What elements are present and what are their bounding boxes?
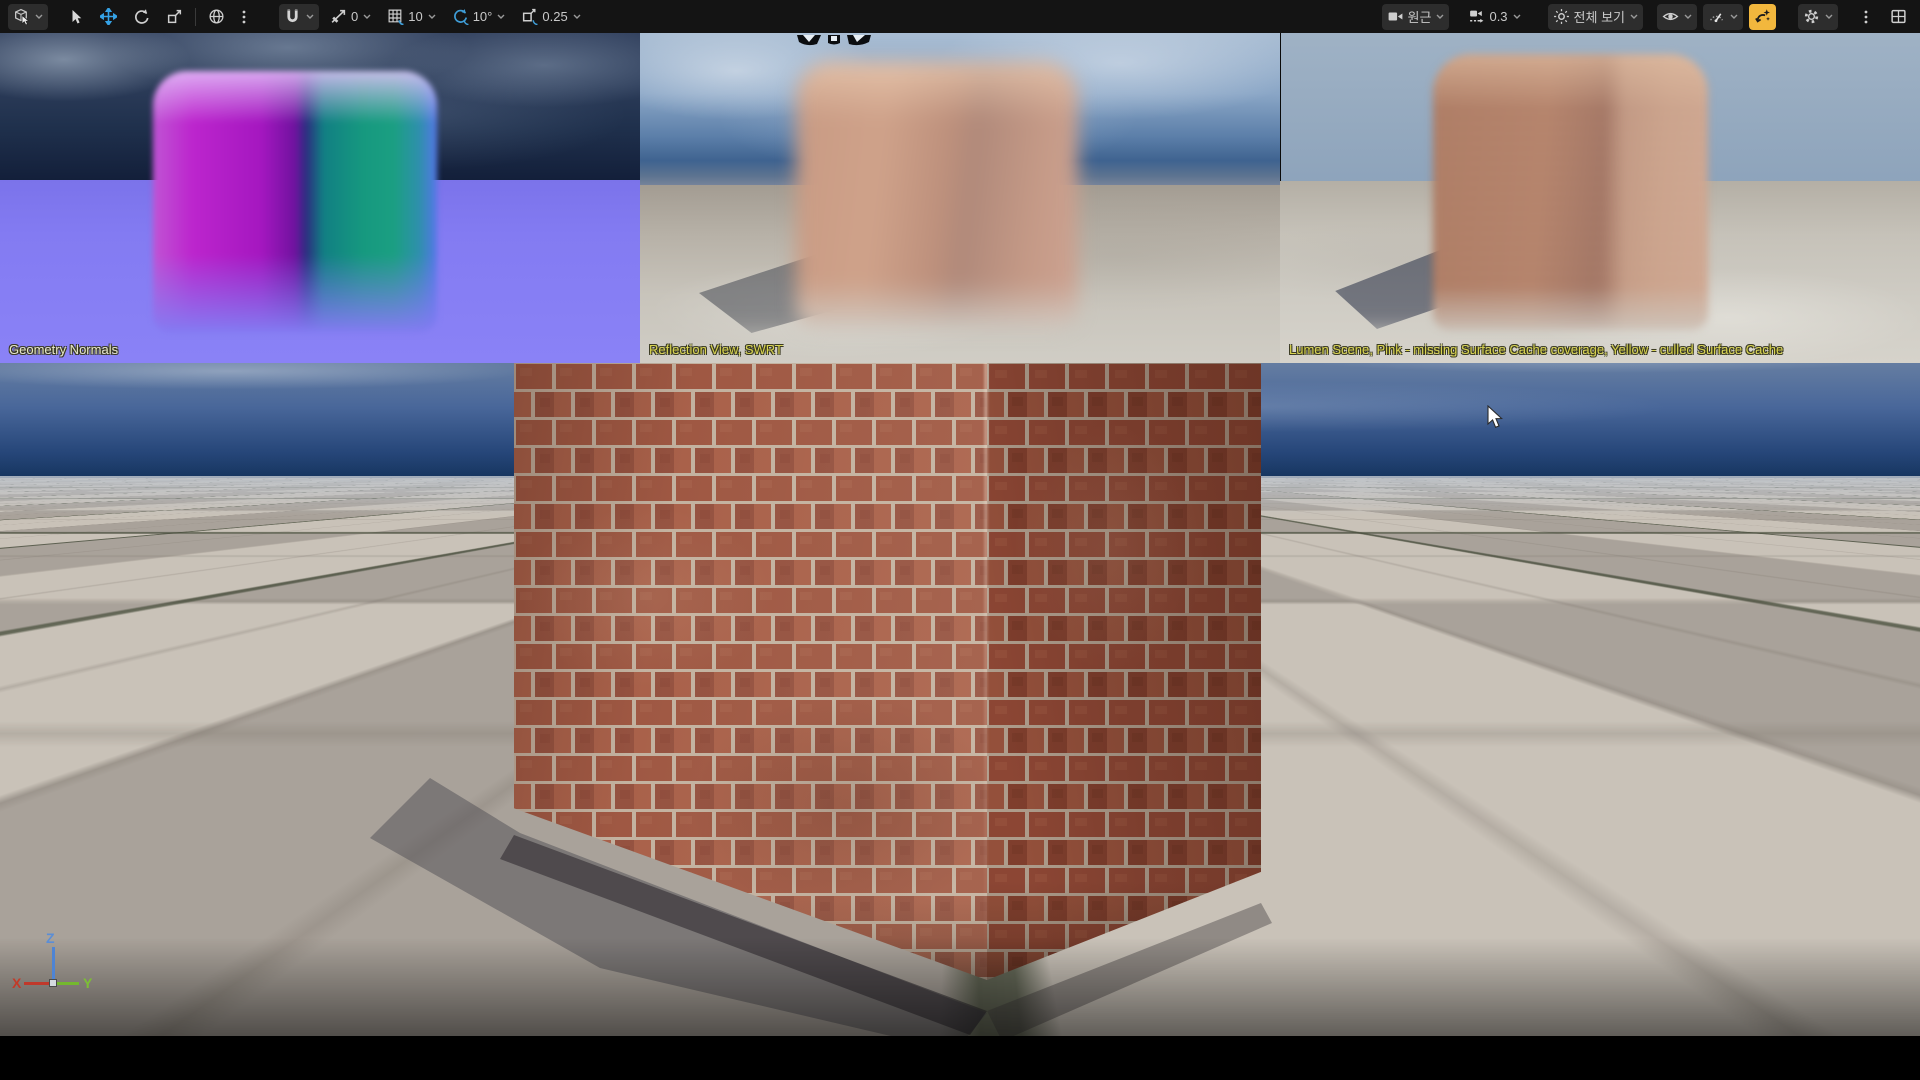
camera-icon: [1387, 8, 1404, 25]
chevron-down-icon: [1684, 14, 1692, 20]
rotation-snap-button[interactable]: 10°: [447, 4, 511, 30]
axis-z-label: Z: [46, 930, 55, 946]
axis-z-line: [52, 947, 55, 982]
right-face-shading: [987, 362, 1261, 980]
camera-speed-button[interactable]: 0.3: [1463, 4, 1525, 30]
selection-mode-button[interactable]: [8, 4, 48, 30]
chevron-down-icon: [428, 14, 436, 20]
rotate-icon: [133, 8, 150, 25]
rotate-tool-button[interactable]: [128, 4, 155, 30]
chevron-down-icon: [573, 14, 581, 20]
lumen-cube: [1433, 54, 1708, 330]
unreal-editor-viewport: Z X Y Geometry Normals Reflection View, …: [0, 0, 1920, 1080]
quad-grid-icon: [1890, 8, 1907, 25]
chevron-down-icon: [1730, 14, 1738, 20]
chevron-down-icon: [363, 14, 371, 20]
subview-label: Reflection View, SWRT: [649, 342, 783, 357]
view-mode-button[interactable]: 전체 보기: [1548, 4, 1643, 30]
quad-view-button[interactable]: [1885, 4, 1912, 30]
subview-lumen-scene[interactable]: Lumen Scene, Pink - missing Surface Cach…: [1280, 33, 1920, 363]
mouse-cursor-icon: [1487, 405, 1504, 435]
select-tool-button[interactable]: [62, 4, 89, 30]
scale-snap-button[interactable]: 0.25: [516, 4, 585, 30]
axis-y-line: [56, 982, 79, 985]
actor-snap-button[interactable]: 0: [325, 4, 376, 30]
subview-label: Lumen Scene, Pink - missing Surface Cach…: [1289, 342, 1783, 357]
brick-cube-right-face: [987, 362, 1261, 980]
camera-speed-value: 0.3: [1489, 9, 1507, 24]
rotate-snap-icon: [452, 8, 469, 25]
chevron-down-icon: [1630, 14, 1638, 20]
globe-icon: [208, 8, 225, 25]
move-tool-button[interactable]: [95, 4, 122, 30]
subview-label: Geometry Normals: [9, 342, 118, 357]
reflection-cube: [796, 61, 1078, 329]
gear-icon: [1803, 8, 1820, 25]
axis-origin: [49, 979, 57, 987]
scale-snap-icon: [521, 8, 538, 25]
grid-snap-button[interactable]: 10: [382, 4, 440, 30]
axis-x-label: X: [12, 975, 21, 991]
show-flags-button[interactable]: [1657, 4, 1697, 30]
bottom-letterbox-bar: [0, 1036, 1920, 1080]
chevron-down-icon: [35, 14, 43, 20]
magnet-icon: [284, 8, 301, 25]
chevron-down-icon: [1436, 14, 1444, 20]
camera-projection-label: 원근: [1408, 7, 1432, 26]
kebab-icon: [1857, 8, 1874, 25]
view-mode-label: 전체 보기: [1574, 7, 1625, 26]
subview-geometry-normals[interactable]: Geometry Normals: [0, 33, 641, 363]
dial-icon: [1708, 8, 1725, 25]
scale-snap-value: 0.25: [542, 9, 567, 24]
toolbar-separator: [195, 8, 196, 26]
chevron-down-icon: [497, 14, 505, 20]
grid-icon: [387, 8, 404, 25]
subview-reflection-view[interactable]: Reflection View, SWRT: [640, 33, 1281, 363]
rotation-snap-value: 10°: [473, 9, 493, 24]
kebab-icon: [235, 8, 252, 25]
move-arrows-icon: [100, 8, 117, 25]
angle-magnet-icon: [330, 8, 347, 25]
chevron-down-icon: [306, 14, 314, 20]
sun-icon: [1553, 8, 1570, 25]
viewport-toolbar: 0 10 10°: [0, 0, 1920, 33]
pointer-icon: [67, 8, 84, 25]
exposure-button[interactable]: [1703, 4, 1743, 30]
camera-projection-button[interactable]: 원근: [1382, 4, 1450, 30]
axis-y-label: Y: [83, 975, 92, 991]
effects-toggle-button[interactable]: [1749, 4, 1776, 30]
surface-snapping-button[interactable]: [279, 4, 319, 30]
cube-corner-highlight: [984, 362, 988, 980]
more-options-button[interactable]: [1852, 4, 1879, 30]
cutoff-overlay-glyph: [795, 33, 873, 51]
viewport-settings-button[interactable]: [1798, 4, 1838, 30]
world-transform-button[interactable]: [203, 4, 230, 30]
chevron-down-icon: [1513, 14, 1521, 20]
cube-cursor-icon: [13, 8, 30, 25]
actor-snap-value: 0: [351, 9, 358, 24]
grid-snap-value: 10: [408, 9, 422, 24]
eye-icon: [1662, 8, 1679, 25]
axis-gizmo: Z X Y: [12, 935, 102, 1007]
normals-cube: [153, 71, 437, 333]
scale-tool-button[interactable]: [161, 4, 188, 30]
sparkle-arrow-icon: [1754, 8, 1771, 25]
camera-speed-icon: [1468, 8, 1485, 25]
transform-options-button[interactable]: [230, 4, 257, 30]
chevron-down-icon: [1825, 14, 1833, 20]
scale-icon: [166, 8, 183, 25]
